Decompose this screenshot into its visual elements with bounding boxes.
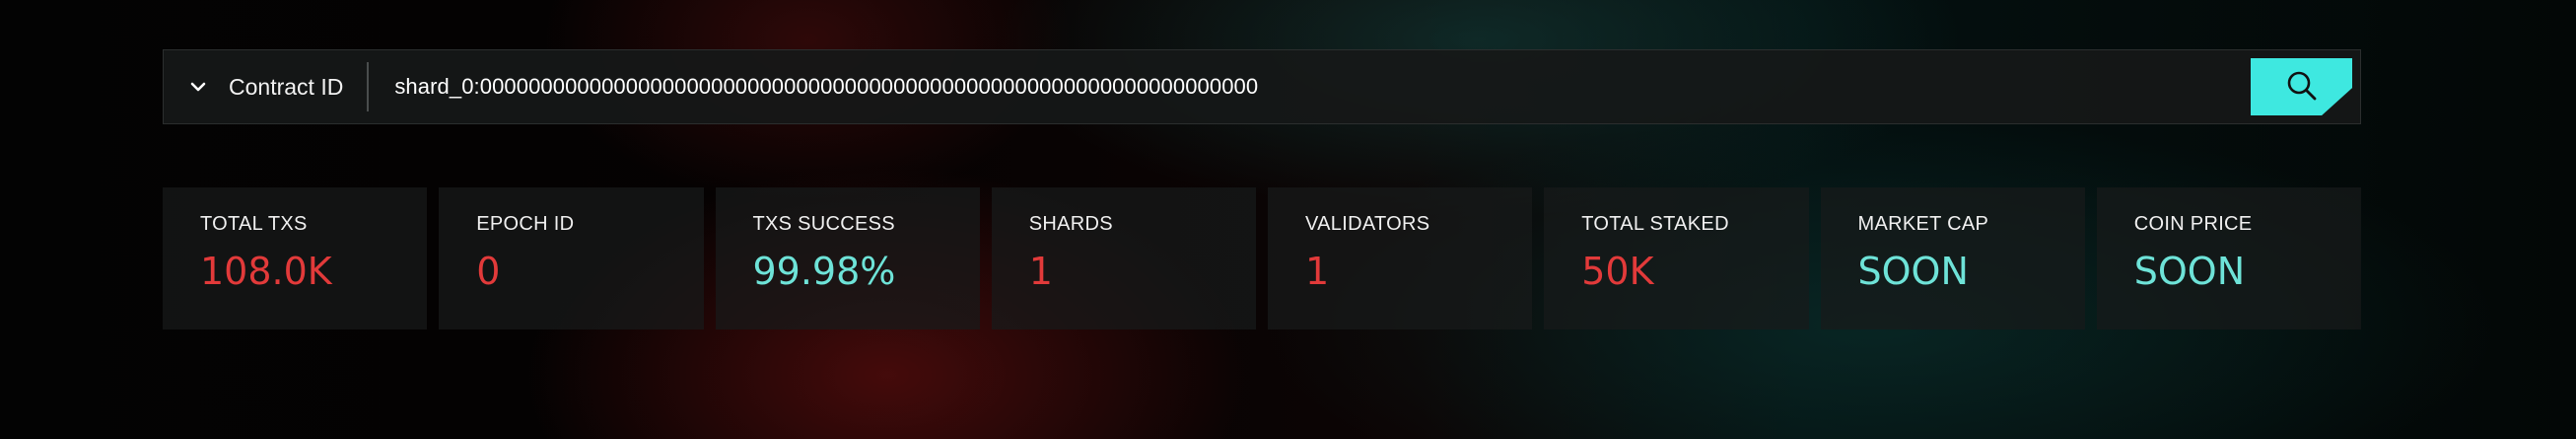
stat-label: TOTAL STAKED (1581, 213, 1729, 235)
stat-card-market-cap: MARKET CAP SOON (1820, 187, 2085, 329)
search-button[interactable] (2251, 58, 2352, 115)
stat-label: TOTAL TXS (200, 213, 308, 235)
stat-card-validators: VALIDATORS 1 (1268, 187, 1533, 329)
stat-card-total-staked: TOTAL STAKED 50K (1544, 187, 1809, 329)
stat-value: 0 (476, 250, 501, 293)
search-type-label: Contract ID (229, 73, 344, 100)
search-icon (2284, 68, 2320, 107)
stats-row: TOTAL TXS 108.0K EPOCH ID 0 TXS SUCCESS … (163, 187, 2361, 329)
stat-label: VALIDATORS (1305, 213, 1430, 235)
stat-value: 1 (1305, 250, 1330, 293)
stat-value: SOON (2133, 250, 2246, 293)
search-type-dropdown[interactable]: Contract ID (164, 50, 367, 123)
stat-card-shards: SHARDS 1 (991, 187, 1256, 329)
chevron-down-icon (187, 76, 209, 98)
stat-label: EPOCH ID (476, 213, 575, 235)
search-input[interactable] (369, 50, 2251, 123)
stat-label: SHARDS (1028, 213, 1113, 235)
stat-label: MARKET CAP (1857, 213, 1989, 235)
stat-label: TXS SUCCESS (752, 213, 895, 235)
stat-value: 1 (1028, 250, 1053, 293)
stat-card-coin-price: COIN PRICE SOON (2096, 187, 2361, 329)
stat-card-txs-success: TXS SUCCESS 99.98% (715, 187, 980, 329)
stat-card-total-txs: TOTAL TXS 108.0K (163, 187, 428, 329)
stat-card-epoch-id: EPOCH ID 0 (439, 187, 704, 329)
stat-value: 50K (1581, 250, 1654, 293)
stat-label: COIN PRICE (2133, 213, 2253, 235)
stat-value: 108.0K (200, 250, 332, 293)
search-bar: Contract ID (163, 49, 2361, 124)
stat-value: 99.98% (752, 250, 896, 293)
stat-value: SOON (1857, 250, 1969, 293)
